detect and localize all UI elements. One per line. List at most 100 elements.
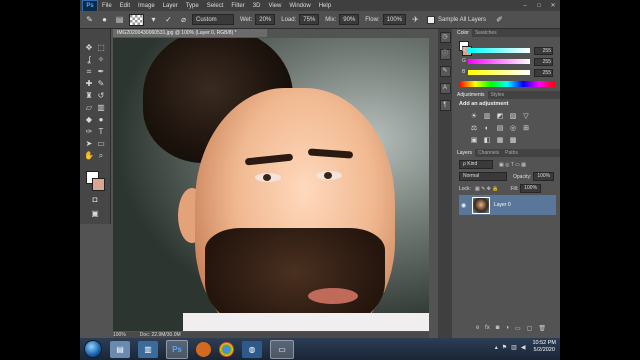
r-value[interactable]: 255 [534, 47, 553, 55]
menu-window[interactable]: Window [289, 3, 310, 9]
layer-row[interactable]: ◉ Layer 0 [459, 195, 556, 215]
tab-layers[interactable]: Layers [454, 149, 476, 157]
mixer-brush-icon[interactable]: ✎ [84, 14, 95, 25]
black-white-icon[interactable]: ▤ [494, 123, 506, 134]
color-balance-icon[interactable]: ◐ [481, 123, 493, 134]
tab-channels[interactable]: Channels [475, 149, 502, 157]
sample-all-layers-checkbox[interactable] [427, 15, 435, 24]
menu-image[interactable]: Image [138, 3, 155, 9]
minimize-button[interactable]: – [518, 0, 532, 11]
menu-type[interactable]: Type [186, 3, 199, 9]
quick-select-tool-icon[interactable]: ✧ [95, 55, 107, 65]
properties-panel-icon[interactable]: ⓘ [439, 49, 451, 60]
dodge-tool-icon[interactable]: ● [95, 115, 107, 125]
background-color-swatch[interactable] [92, 178, 105, 191]
paragraph-panel-icon[interactable]: ¶ [439, 100, 451, 111]
history-panel-icon[interactable]: ◷ [439, 32, 451, 43]
folder-taskbar-icon[interactable]: ▥ [138, 340, 158, 358]
start-button[interactable] [84, 340, 102, 358]
new-group-icon[interactable]: ▭ [515, 325, 521, 332]
flag-icon[interactable]: ⚑ [502, 344, 507, 351]
chrome-taskbar-icon[interactable] [219, 341, 234, 357]
hue-saturation-icon[interactable]: ⚖ [468, 123, 480, 134]
menu-select[interactable]: Select [207, 3, 224, 9]
eraser-tool-icon[interactable]: ▱ [83, 103, 95, 113]
trash-icon[interactable]: 🗑 [538, 325, 546, 332]
brush-panel-icon[interactable]: ▤ [114, 14, 125, 25]
fill-input[interactable]: 100% [520, 184, 542, 193]
tab-paths[interactable]: Paths [502, 149, 521, 157]
brightness-icon[interactable]: ☀ [468, 111, 480, 122]
posterize-icon[interactable]: ◧ [481, 135, 493, 146]
opacity-input[interactable]: 100% [533, 172, 555, 181]
document-tab[interactable]: IMG20200430060531.jpg @ 100% (Layer 0, R… [113, 29, 267, 37]
firefox-taskbar-icon[interactable] [196, 341, 211, 357]
blur-tool-icon[interactable]: ◆ [83, 115, 95, 125]
pen-tool-icon[interactable]: ✑ [83, 127, 95, 137]
new-layer-icon[interactable]: ▢ [527, 325, 533, 332]
menu-layer[interactable]: Layer [163, 3, 178, 9]
b-slider[interactable] [468, 70, 530, 75]
clean-brush-icon[interactable]: ✓ [163, 14, 174, 25]
load-brush-icon[interactable]: ▾ [148, 14, 159, 25]
maximize-button[interactable]: □ [532, 0, 546, 11]
menu-file[interactable]: File [102, 3, 112, 9]
healing-tool-icon[interactable]: ✚ [83, 79, 95, 89]
adjustment-layer-icon[interactable]: ◑ [505, 325, 509, 332]
type-tool-icon[interactable]: T [95, 127, 107, 137]
lasso-tool-icon[interactable]: ʆ [83, 55, 95, 65]
tab-adjustments[interactable]: Adjustments [454, 91, 488, 99]
move-tool-icon[interactable]: ✥ [83, 43, 95, 53]
channel-mixer-icon[interactable]: ⊞ [520, 123, 532, 134]
layer-style-icon[interactable]: fx [485, 325, 490, 332]
network-icon[interactable]: ▥ [511, 344, 517, 351]
close-button[interactable]: ✕ [546, 0, 560, 11]
vibrance-icon[interactable]: ▽ [520, 111, 532, 122]
b-value[interactable]: 255 [534, 69, 553, 77]
r-slider[interactable] [468, 48, 530, 53]
character-panel-icon[interactable]: A [439, 83, 451, 94]
history-brush-tool-icon[interactable]: ↺ [95, 91, 107, 101]
filter-icons[interactable]: ▣ ◎ T ▭ ▦ [499, 162, 526, 168]
document-canvas[interactable] [113, 38, 429, 331]
layer-mask-icon[interactable]: ◙ [496, 325, 500, 332]
stamp-tool-icon[interactable]: ♜ [83, 91, 95, 101]
path-select-tool-icon[interactable]: ➤ [83, 139, 95, 149]
kind-filter-select[interactable]: ρ Kind [459, 160, 493, 169]
menu-3d[interactable]: 3D [253, 3, 261, 9]
app-taskbar-icon[interactable]: ◍ [242, 340, 262, 358]
screen-recorder-taskbar-icon[interactable]: ▭ [270, 339, 294, 359]
gradient-map-icon[interactable]: ▩ [507, 135, 519, 146]
tab-swatches[interactable]: Swatches [472, 29, 500, 37]
zoom-tool-icon[interactable]: ⌕ [95, 151, 107, 161]
airbrush-icon[interactable]: ✈ [410, 14, 421, 25]
brush-tool-icon[interactable]: ✎ [95, 79, 107, 89]
blend-preset-select[interactable]: Custom [192, 14, 234, 25]
visibility-eye-icon[interactable]: ◉ [461, 202, 469, 209]
menu-edit[interactable]: Edit [120, 3, 130, 9]
hand-tool-icon[interactable]: ✋ [83, 151, 95, 161]
layer-name[interactable]: Layer 0 [494, 202, 511, 208]
mix-input[interactable]: 90% [339, 14, 360, 25]
link-layers-icon[interactable]: ɞ [476, 325, 479, 332]
shape-tool-icon[interactable]: ▭ [95, 139, 107, 149]
marquee-tool-icon[interactable]: ⬚ [95, 43, 107, 53]
photo-filter-icon[interactable]: ◎ [507, 123, 519, 134]
levels-icon[interactable]: ▥ [481, 111, 493, 122]
load-after-stroke-icon[interactable]: ⌀ [178, 14, 189, 25]
volume-icon[interactable]: ◀ [521, 344, 526, 351]
threshold-icon[interactable]: ▦ [494, 135, 506, 146]
photoshop-taskbar-icon[interactable]: Ps [166, 339, 188, 359]
quick-mask-icon[interactable]: ◘ [89, 195, 101, 205]
gradient-tool-icon[interactable]: ▥ [95, 103, 107, 113]
g-slider[interactable] [468, 59, 530, 64]
pressure-icon[interactable]: ✐ [494, 14, 505, 25]
explorer-taskbar-icon[interactable]: ▤ [110, 340, 130, 358]
wet-input[interactable]: 20% [255, 14, 276, 25]
lock-icons[interactable]: ▦ ✎ ✥ 🔒 [475, 186, 499, 192]
menu-view[interactable]: View [268, 3, 281, 9]
menu-help[interactable]: Help [319, 3, 331, 9]
load-input[interactable]: 75% [299, 14, 320, 25]
exposure-icon[interactable]: ▨ [507, 111, 519, 122]
curves-icon[interactable]: ◩ [494, 111, 506, 122]
